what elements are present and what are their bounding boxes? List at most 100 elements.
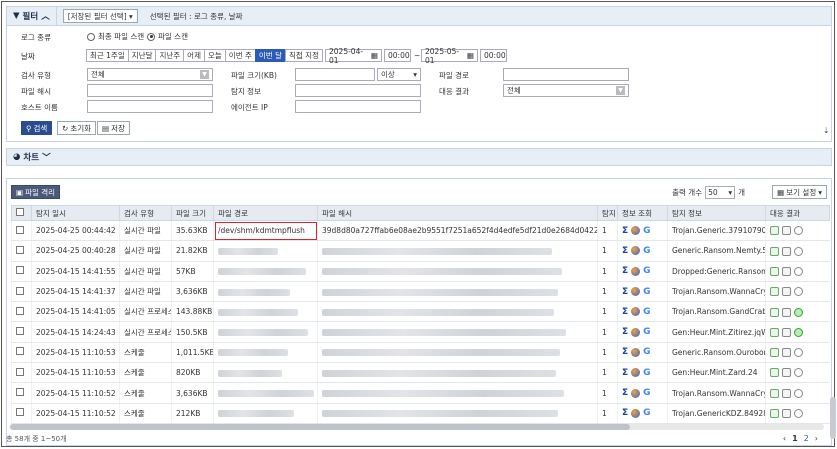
date-btn-custom[interactable]: 직접 지정 (284, 49, 323, 62)
google-icon[interactable]: G (643, 246, 650, 256)
virustotal-icon[interactable] (631, 266, 641, 276)
prev-page-icon[interactable]: ‹ (783, 434, 786, 443)
row-checkbox[interactable] (11, 362, 32, 384)
google-icon[interactable]: G (643, 287, 650, 297)
sigma-icon[interactable]: Σ (622, 246, 628, 256)
file-hash-cell[interactable] (317, 301, 598, 323)
delete-icon[interactable] (794, 348, 803, 358)
save-button[interactable]: ▤ 저장 (97, 121, 130, 135)
table-row[interactable]: 2025-04-15 14:24:43 실시간 프로세스 150.5KB 1 Σ… (11, 321, 830, 343)
file-hash-cell[interactable] (317, 362, 598, 384)
isolate-icon[interactable] (782, 226, 791, 236)
virustotal-icon[interactable] (631, 368, 641, 378)
radio-recent-scan[interactable]: 최종 파일 스캔 (87, 31, 144, 42)
file-path-cell[interactable] (213, 281, 318, 303)
row-checkbox[interactable] (11, 301, 32, 323)
sigma-icon[interactable]: Σ (622, 408, 628, 418)
restore-icon[interactable] (770, 409, 779, 419)
detect-info-input[interactable] (295, 84, 421, 97)
delete-icon[interactable] (794, 226, 803, 236)
page-2[interactable]: 2 (804, 434, 809, 443)
delete-icon[interactable] (794, 409, 803, 419)
file-hash-cell[interactable] (317, 403, 598, 424)
file-path-cell[interactable] (213, 362, 318, 384)
google-icon[interactable]: G (643, 266, 650, 276)
virustotal-icon[interactable] (631, 388, 641, 398)
delete-icon[interactable] (794, 246, 803, 256)
date-btn-yesterday[interactable]: 어제 (183, 49, 205, 62)
time-to-field[interactable]: 00:00 (480, 49, 507, 62)
google-icon[interactable]: G (643, 327, 650, 337)
file-size-input[interactable] (295, 68, 375, 81)
date-to-field[interactable]: 2025-05-01 ▦ (421, 47, 478, 65)
col-detect-info[interactable]: 탐지 정보 (667, 205, 766, 221)
file-hash-cell[interactable] (317, 261, 598, 282)
table-row[interactable]: 2025-04-25 00:40:28 실시간 파일 21.82KB 1 ΣG … (11, 240, 830, 262)
date-btn-last-week[interactable]: 최근 1주일 (86, 49, 129, 62)
response-select[interactable]: 전체 ▼ (503, 84, 629, 97)
row-checkbox[interactable] (11, 220, 32, 242)
next-page-icon[interactable]: › (815, 434, 818, 443)
date-btn-this-month[interactable]: 이번 달 (254, 49, 286, 62)
pin-icon[interactable]: ⇣ (823, 126, 829, 135)
col-info-lookup[interactable]: 정보 조회 (617, 205, 668, 221)
delete-icon[interactable] (794, 388, 803, 398)
table-row[interactable]: 2025-04-25 00:44:42 실시간 파일 35.63KB /dev/… (11, 220, 830, 242)
file-path-cell[interactable] (213, 403, 318, 424)
google-icon[interactable]: G (643, 307, 650, 317)
virustotal-icon[interactable] (631, 408, 641, 418)
isolate-icon[interactable] (782, 266, 791, 276)
restore-icon[interactable] (770, 266, 779, 276)
col-detect-time[interactable]: 탐지 일시 (31, 205, 120, 221)
file-path-cell[interactable] (213, 342, 318, 364)
file-path-cell[interactable] (213, 301, 318, 323)
delete-icon[interactable] (794, 287, 803, 297)
restore-icon[interactable] (770, 287, 779, 297)
file-size-op-select[interactable]: 이상 ▾ (377, 68, 421, 81)
google-icon[interactable]: G (643, 408, 650, 418)
restore-icon[interactable] (770, 388, 779, 398)
virustotal-icon[interactable] (631, 246, 641, 256)
file-hash-cell[interactable] (317, 240, 598, 262)
restore-icon[interactable] (770, 246, 779, 256)
file-path-cell[interactable] (213, 382, 318, 404)
chart-toggle[interactable]: ◕ 차트 ﹀ (6, 148, 832, 166)
table-row[interactable]: 2025-04-15 11:10:53 스케줄 1,011.5KB 1 ΣG G… (11, 342, 830, 364)
google-icon[interactable]: G (643, 347, 650, 357)
file-hash-input[interactable] (87, 84, 213, 97)
time-from-field[interactable]: 00:00 (384, 49, 411, 62)
scan-type-select[interactable]: 전체 ▼ (87, 68, 213, 81)
isolate-icon[interactable] (782, 287, 791, 297)
isolate-file-button[interactable]: ▣ 파일 격리 (11, 185, 61, 199)
date-btn-last-month[interactable]: 지난달 (127, 49, 157, 62)
col-file-path[interactable]: 파일 경로 (213, 205, 318, 221)
google-icon[interactable]: G (643, 368, 650, 378)
sigma-icon[interactable]: Σ (622, 388, 628, 398)
isolate-icon[interactable] (782, 388, 791, 398)
agent-ip-input[interactable] (295, 100, 421, 113)
google-icon[interactable]: G (643, 226, 650, 236)
date-btn-prev-week[interactable]: 지난주 (155, 49, 185, 62)
reset-button[interactable]: ↻ 초기화 (57, 121, 96, 135)
virustotal-icon[interactable] (631, 327, 641, 337)
virustotal-icon[interactable] (631, 347, 641, 357)
saved-filter-select[interactable]: [저장된 필터 선택] ▾ (62, 9, 138, 23)
sigma-icon[interactable]: Σ (622, 307, 628, 317)
file-hash-cell[interactable] (317, 281, 598, 303)
sigma-icon[interactable]: Σ (622, 287, 628, 297)
virustotal-icon[interactable] (631, 287, 641, 297)
row-checkbox[interactable] (11, 382, 32, 404)
col-scan-type[interactable]: 검사 유형 (119, 205, 172, 221)
delete-icon[interactable] (794, 368, 803, 378)
table-row[interactable]: 2025-04-15 14:41:37 실시간 파일 3,636KB 1 ΣG … (11, 281, 830, 303)
sigma-icon[interactable]: Σ (622, 347, 628, 357)
view-settings-button[interactable]: ▦ 보기 설정 ▾ (772, 185, 827, 199)
select-all-checkbox[interactable] (11, 205, 32, 221)
sigma-icon[interactable]: Σ (622, 327, 628, 337)
table-row[interactable]: 2025-04-15 14:41:55 실시간 파일 57KB 1 ΣG Dro… (11, 261, 830, 282)
table-row[interactable]: 2025-04-15 11:10:53 스케줄 820KB 1 ΣG Gen:H… (11, 362, 830, 384)
search-button[interactable]: ⚲ 검색 (21, 121, 53, 135)
row-checkbox[interactable] (11, 342, 32, 364)
date-btn-this-week[interactable]: 이번 주 (224, 49, 256, 62)
vertical-scrollbar[interactable] (830, 397, 836, 439)
